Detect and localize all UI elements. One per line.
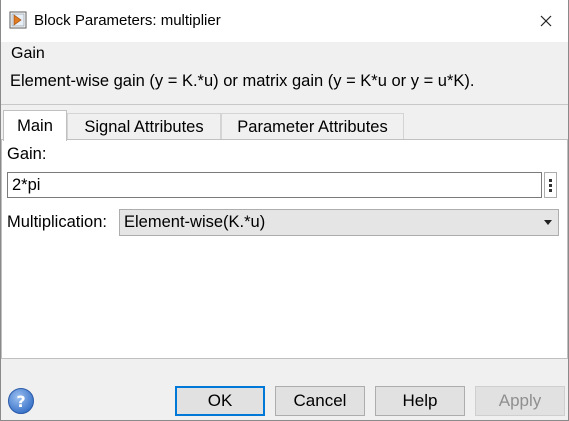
block-parameters-dialog: Block Parameters: multiplier Gain Elemen… (0, 0, 569, 421)
apply-button[interactable]: Apply (475, 386, 565, 416)
title-bar: Block Parameters: multiplier (1, 0, 568, 42)
svg-text:?: ? (16, 392, 25, 411)
block-description: Gain Element-wise gain (y = K.*u) or mat… (1, 42, 568, 104)
tab-bar: Main Signal Attributes Parameter Attribu… (1, 110, 568, 141)
vertical-ellipsis-icon[interactable] (544, 172, 557, 198)
ok-button[interactable]: OK (175, 386, 265, 416)
help-icon[interactable]: ? (7, 387, 35, 415)
tab-main[interactable]: Main (3, 110, 67, 141)
tab-signal-attributes[interactable]: Signal Attributes (67, 113, 221, 140)
gain-label: Gain: (7, 145, 47, 163)
multiplication-label: Multiplication: (7, 213, 107, 231)
help-button[interactable]: Help (375, 386, 465, 416)
close-icon[interactable] (531, 8, 561, 34)
chevron-down-icon (544, 220, 552, 225)
divider (1, 104, 568, 105)
window-title: Block Parameters: multiplier (34, 12, 221, 29)
simulink-block-icon (9, 11, 27, 29)
cancel-button[interactable]: Cancel (275, 386, 365, 416)
gain-input[interactable] (7, 172, 542, 198)
multiplication-selected-value: Element-wise(K.*u) (124, 213, 266, 231)
tab-parameter-attributes[interactable]: Parameter Attributes (221, 113, 404, 140)
multiplication-select[interactable]: Element-wise(K.*u) (119, 209, 559, 236)
block-type-heading: Gain (11, 45, 45, 62)
block-description-text: Element-wise gain (y = K.*u) or matrix g… (10, 72, 475, 90)
